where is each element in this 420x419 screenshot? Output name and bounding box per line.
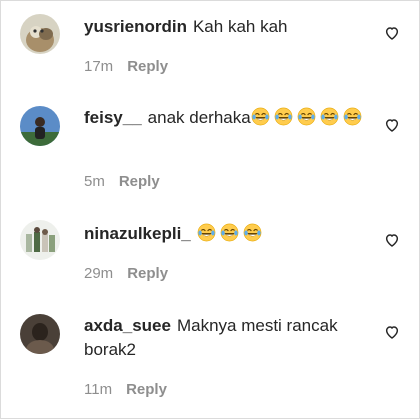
face-with-tears-of-joy-icon [197, 223, 216, 242]
comment-body: anak derhaka [147, 108, 251, 127]
emoji-group [251, 107, 366, 127]
like-heart-icon[interactable] [384, 324, 400, 340]
face-with-tears-of-joy-icon [320, 107, 339, 126]
comment-time: 17m [84, 58, 114, 75]
reply-button[interactable]: Reply [126, 381, 167, 398]
avatar[interactable] [20, 220, 60, 260]
face-with-tears-of-joy-icon [251, 107, 270, 126]
face-with-tears-of-joy-icon [343, 107, 362, 126]
comment-time: 5m [84, 173, 105, 190]
comment-text: yusrienordin Kah kah kah [84, 15, 374, 39]
face-with-tears-of-joy-icon [220, 223, 239, 242]
group-photo-avatar-icon [20, 220, 60, 260]
comment-time: 11m [84, 381, 113, 398]
comment-username[interactable]: ninazulkepli_ [84, 224, 191, 243]
comment-text: feisy__ anak derhaka [84, 106, 374, 130]
like-heart-icon[interactable] [384, 25, 400, 41]
like-heart-icon[interactable] [384, 117, 400, 133]
emoji-group [197, 223, 266, 243]
face-with-tears-of-joy-icon [274, 107, 293, 126]
cat-avatar-icon [20, 14, 60, 54]
reply-button[interactable]: Reply [119, 173, 160, 190]
comment-body: Kah kah kah [192, 17, 288, 36]
comment-meta: 11m Reply [84, 381, 167, 398]
reply-button[interactable]: Reply [127, 265, 168, 282]
avatar[interactable] [20, 314, 60, 354]
person-sky-avatar-icon [20, 106, 60, 146]
comment-username[interactable]: axda_suee [84, 316, 171, 335]
comment-text: ninazulkepli_ [84, 222, 374, 246]
person-dark-avatar-icon [20, 314, 60, 354]
avatar[interactable] [20, 14, 60, 54]
comment-meta: 29m Reply [84, 265, 168, 282]
comment-meta: 17m Reply [84, 58, 168, 75]
reply-button[interactable]: Reply [127, 58, 168, 75]
comment-username[interactable]: feisy__ [84, 108, 142, 127]
avatar[interactable] [20, 106, 60, 146]
comment-time: 29m [84, 265, 114, 282]
like-heart-icon[interactable] [384, 232, 400, 248]
comment-text: axda_suee Maknya mesti rancak borak2 [84, 314, 374, 362]
face-with-tears-of-joy-icon [243, 223, 262, 242]
comment-username[interactable]: yusrienordin [84, 17, 187, 36]
comment-meta: 5m Reply [84, 173, 160, 190]
face-with-tears-of-joy-icon [297, 107, 316, 126]
